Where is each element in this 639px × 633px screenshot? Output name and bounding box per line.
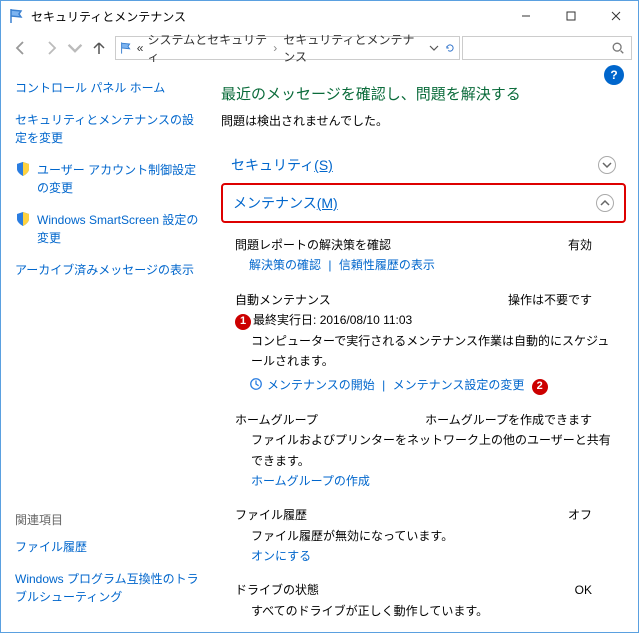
navbar: « システムとセキュリティ › セキュリティとメンテナンス — [1, 31, 638, 65]
device-software-block: デバイスのソフトウェア 操作は不要です — [221, 631, 626, 632]
drive-status: OK — [575, 580, 592, 600]
breadcrumb-seg1[interactable]: システムとセキュリティ — [147, 31, 267, 65]
search-input[interactable] — [462, 36, 632, 60]
refresh-icon[interactable] — [445, 43, 455, 53]
problem-report-block: 問題レポートの解決策を確認 有効 解決策の確認 | 信頼性履歴の表示 — [221, 231, 626, 286]
app-icon — [9, 8, 25, 24]
shield-icon — [15, 211, 31, 227]
sidebar-uac[interactable]: ユーザー アカウント制御設定の変更 — [15, 161, 201, 197]
automaint-desc: コンピューターで実行されるメンテナンス作業は自動的にスケジュールされます。 — [235, 331, 620, 372]
window-title: セキュリティとメンテナンス — [31, 8, 186, 25]
divider: | — [382, 378, 385, 392]
create-homegroup-link[interactable]: ホームグループの作成 — [251, 474, 370, 488]
chevron-right-icon: › — [273, 41, 277, 55]
help-button[interactable]: ? — [604, 65, 624, 85]
breadcrumb-seg2[interactable]: セキュリティとメンテナンス — [283, 31, 425, 65]
last-run-value: 2016/08/10 11:03 — [320, 313, 413, 327]
homegroup-desc: ファイルおよびプリンターをネットワーク上の他のユーザーと共有できます。 — [235, 430, 620, 471]
clock-icon — [249, 377, 263, 391]
address-dropdown-icon[interactable] — [429, 43, 439, 53]
filehistory-title: ファイル履歴 — [235, 505, 307, 525]
change-maintenance-settings-link[interactable]: メンテナンス設定の変更 — [393, 378, 525, 392]
last-run-label: 最終実行日: — [253, 313, 316, 327]
main-panel: ? 最近のメッセージを確認し、問題を解決する 問題は検出されませんでした。 セキ… — [211, 65, 638, 632]
start-maintenance-link[interactable]: メンテナンスの開始 — [267, 378, 375, 392]
close-button[interactable] — [593, 1, 638, 31]
breadcrumb-prefix: « — [137, 41, 144, 55]
chevron-down-icon — [598, 156, 616, 174]
no-issues-text: 問題は検出されませんでした。 — [221, 112, 626, 129]
sidebar-home[interactable]: コントロール パネル ホーム — [15, 79, 201, 97]
address-bar[interactable]: « システムとセキュリティ › セキュリティとメンテナンス — [115, 36, 460, 60]
search-icon — [611, 41, 625, 55]
automaint-title: 自動メンテナンス — [235, 290, 331, 310]
shield-icon — [15, 161, 31, 177]
file-history-block: ファイル履歴 オフ ファイル履歴が無効になっています。 オンにする — [221, 501, 626, 576]
homegroup-status: ホームグループを作成できます — [425, 410, 592, 430]
check-solutions-link[interactable]: 解決策の確認 — [249, 258, 321, 272]
sidebar-file-history[interactable]: ファイル履歴 — [15, 538, 201, 556]
filehistory-status: オフ — [568, 505, 592, 525]
divider: | — [328, 258, 331, 272]
titlebar: セキュリティとメンテナンス — [1, 1, 638, 31]
problem-report-title: 問題レポートの解決策を確認 — [235, 235, 391, 255]
security-label: セキュリティ — [231, 157, 314, 173]
sidebar-compat[interactable]: Windows プログラム互換性のトラブルシューティング — [15, 570, 201, 606]
homegroup-block: ホームグループ ホームグループを作成できます ファイルおよびプリンターをネットワ… — [221, 406, 626, 502]
annotation-badge-1: 1 — [235, 314, 251, 330]
flag-icon — [120, 41, 133, 55]
filehistory-desc: ファイル履歴が無効になっています。 — [235, 526, 620, 546]
sidebar-smartscreen[interactable]: Windows SmartScreen 設定の変更 — [15, 211, 201, 247]
homegroup-title: ホームグループ — [235, 410, 318, 430]
related-header: 関連項目 — [15, 511, 201, 528]
sidebar-archived[interactable]: アーカイブ済みメッセージの表示 — [15, 261, 201, 279]
sidebar-change-settings[interactable]: セキュリティとメンテナンスの設定を変更 — [15, 111, 201, 147]
sidebar: コントロール パネル ホーム セキュリティとメンテナンスの設定を変更 ユーザー … — [1, 65, 211, 632]
security-accel: (S) — [314, 157, 333, 173]
back-button[interactable] — [7, 35, 35, 61]
auto-maintenance-block: 自動メンテナンス 操作は不要です 1最終実行日: 2016/08/10 11:0… — [221, 286, 626, 406]
drive-title: ドライブの状態 — [235, 580, 319, 600]
page-title: 最近のメッセージを確認し、問題を解決する — [221, 83, 626, 104]
automaint-status: 操作は不要です — [508, 290, 592, 310]
security-section-toggle[interactable]: セキュリティ(S) — [221, 147, 626, 183]
maintenance-accel: (M) — [317, 195, 338, 211]
up-button[interactable] — [85, 35, 113, 61]
drive-desc: すべてのドライブが正しく動作しています。 — [235, 601, 620, 621]
drive-status-block: ドライブの状態 OK すべてのドライブが正しく動作しています。 — [221, 576, 626, 631]
reliability-history-link[interactable]: 信頼性履歴の表示 — [339, 258, 435, 272]
problem-report-status: 有効 — [568, 235, 592, 255]
maintenance-label: メンテナンス — [233, 195, 317, 211]
recent-dropdown[interactable] — [67, 35, 83, 61]
minimize-button[interactable] — [503, 1, 548, 31]
chevron-up-icon — [596, 194, 614, 212]
maximize-button[interactable] — [548, 1, 593, 31]
forward-button[interactable] — [37, 35, 65, 61]
annotation-badge-2: 2 — [532, 379, 548, 395]
maintenance-section-toggle[interactable]: メンテナンス(M) — [221, 183, 626, 223]
enable-filehistory-link[interactable]: オンにする — [251, 549, 311, 563]
